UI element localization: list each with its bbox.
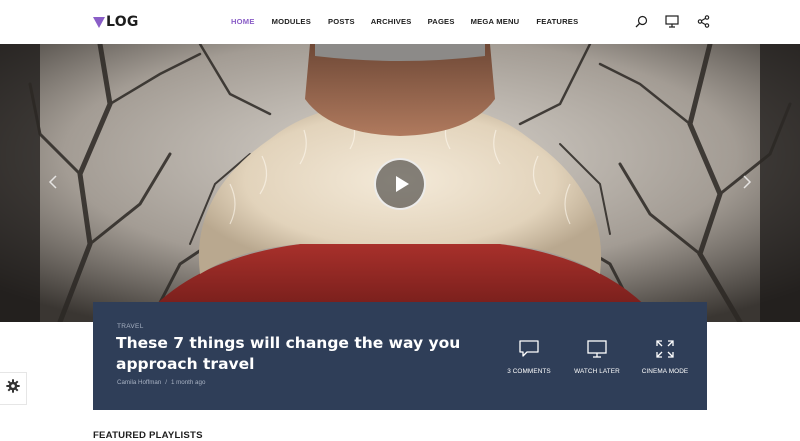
settings-toggle[interactable] [0,372,27,405]
comments-label: 3 COMMENTS [507,368,551,375]
gear-icon [6,379,20,398]
post-date: 1 month ago [170,379,206,386]
comments-button[interactable]: 3 COMMENTS [495,339,563,375]
share-icon[interactable] [696,14,710,28]
carousel-next-arrow[interactable] [740,174,754,190]
main-nav: HOME MODULES POSTS ARCHIVES PAGES MEGA M… [231,17,578,26]
nav-item-modules[interactable]: MODULES [272,17,311,26]
hero-video[interactable] [0,44,800,322]
nav-item-home[interactable]: HOME [231,17,255,26]
post-title[interactable]: These 7 things will change the way you a… [116,333,476,375]
post-actions: 3 COMMENTS WATCH LATER CINEMA MODE [495,339,699,375]
nav-item-archives[interactable]: ARCHIVES [371,17,412,26]
nav-item-features[interactable]: FEATURES [536,17,578,26]
play-button[interactable] [374,158,426,210]
watch-later-button[interactable]: WATCH LATER [563,339,631,375]
monitor-icon [586,339,608,359]
watch-later-label: WATCH LATER [574,368,620,375]
logo-v-mark [93,16,105,28]
expand-icon [654,339,676,359]
nav-item-posts[interactable]: POSTS [328,17,355,26]
nav-item-mega-menu[interactable]: MEGA MENU [471,17,520,26]
cinema-mode-label: CINEMA MODE [641,368,689,375]
cinema-mode-button[interactable]: CINEMA MODE [631,339,699,375]
section-title-featured-playlists: FEATURED PLAYLISTS [93,430,203,441]
nav-item-pages[interactable]: PAGES [428,17,455,26]
play-icon [395,176,409,192]
featured-post-panel: TRAVEL These 7 things will change the wa… [93,302,707,410]
site-header: LOG HOME MODULES POSTS ARCHIVES PAGES ME… [0,0,800,44]
logo-text: LOG [106,14,139,30]
meta-separator: / [165,379,167,386]
header-icons [634,14,710,28]
search-icon[interactable] [634,14,648,28]
carousel-prev-arrow[interactable] [46,174,60,190]
post-category[interactable]: TRAVEL [117,323,144,330]
post-meta: Camila Hoffman / 1 month ago [117,379,205,386]
site-logo[interactable]: LOG [93,13,139,31]
post-author[interactable]: Camila Hoffman [117,379,161,386]
monitor-icon[interactable] [665,14,679,28]
comment-icon [518,339,540,359]
